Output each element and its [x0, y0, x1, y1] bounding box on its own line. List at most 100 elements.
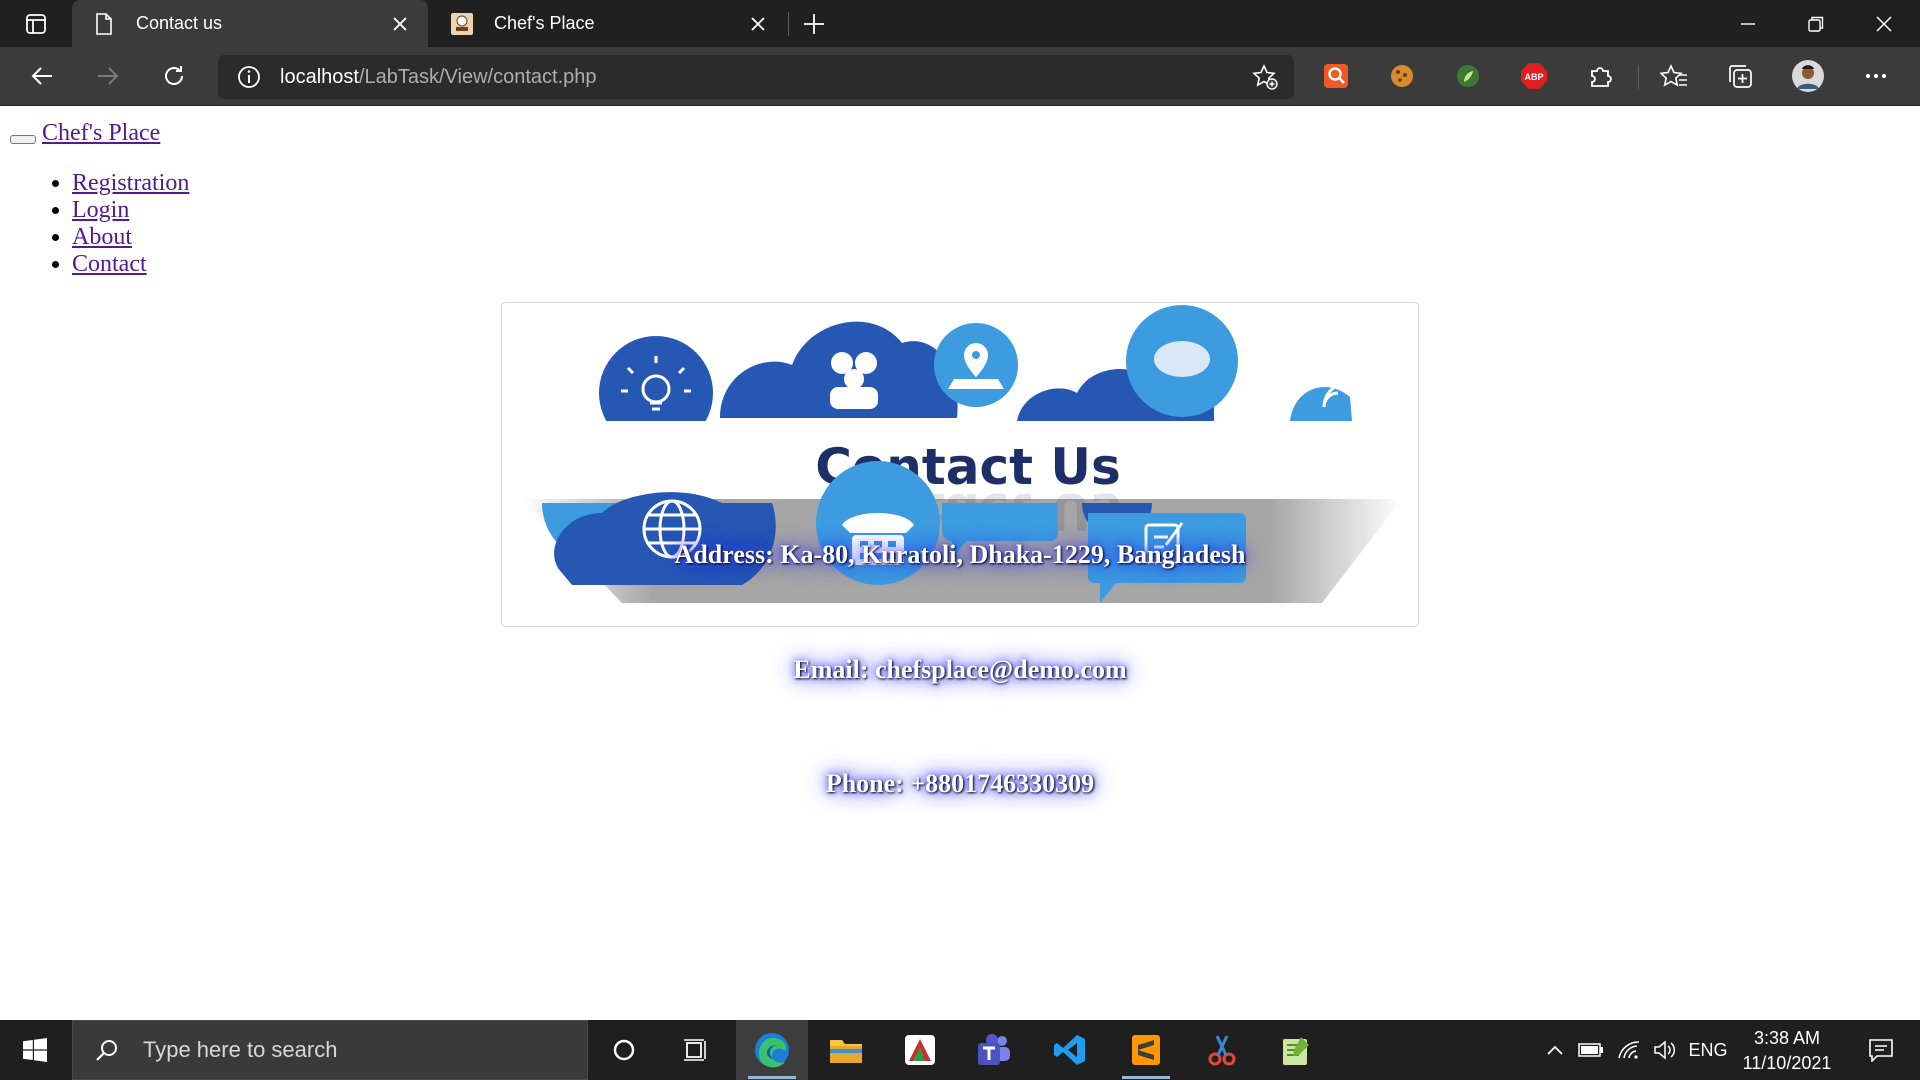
- browser-toolbar: localhost/LabTask/View/contact.php ABP: [0, 47, 1920, 106]
- task-view-icon: [684, 1039, 706, 1061]
- nav-menu: Registration Login About Contact: [48, 170, 189, 278]
- back-button[interactable]: [22, 56, 62, 96]
- close-icon: [751, 16, 765, 31]
- taskbar-notepad-plus[interactable]: [1260, 1020, 1332, 1080]
- cortana-circle-icon: [613, 1039, 635, 1061]
- tab-strip: Contact us Chef's Place: [0, 0, 1920, 47]
- green-leaf-extension-button[interactable]: [1450, 58, 1486, 94]
- close-tab-button[interactable]: [382, 16, 418, 31]
- start-button[interactable]: [0, 1020, 70, 1080]
- tab-contact-us[interactable]: Contact us: [72, 0, 428, 47]
- close-tab-button[interactable]: [740, 16, 776, 31]
- refresh-button[interactable]: [154, 56, 194, 96]
- edge-browser-icon: [755, 1033, 789, 1068]
- navbar-toggle-button[interactable]: [10, 135, 36, 144]
- url-path: /LabTask/View/contact.php: [358, 65, 597, 88]
- windows-logo-icon: [23, 1038, 47, 1062]
- forward-button[interactable]: [88, 56, 128, 96]
- taskbar-edge[interactable]: [736, 1020, 808, 1080]
- taskbar-vscode[interactable]: [1034, 1020, 1106, 1080]
- contact-us-banner-image: Contact Us Contact Us: [501, 302, 1419, 627]
- system-clock[interactable]: 3:38 AM 11/10/2021: [1732, 1026, 1842, 1076]
- speaker-icon: [1654, 1040, 1676, 1060]
- nav-link-registration[interactable]: Registration: [72, 170, 189, 196]
- page-icon: [86, 12, 122, 35]
- battery-icon: [1578, 1043, 1603, 1057]
- profile-button[interactable]: [1790, 58, 1826, 94]
- input-language[interactable]: ENG: [1684, 1020, 1732, 1080]
- nav-item-contact: Contact: [72, 251, 189, 278]
- url-host: localhost: [280, 65, 359, 88]
- collections-button[interactable]: [1722, 58, 1758, 94]
- search-extension-button[interactable]: [1318, 58, 1354, 94]
- taskbar-sublime-text[interactable]: [1110, 1020, 1182, 1080]
- nav-link-login[interactable]: Login: [72, 197, 129, 223]
- tab-actions-icon: [26, 14, 46, 34]
- search-placeholder: Type here to search: [143, 1037, 338, 1062]
- tab-separator: [788, 12, 789, 36]
- nav-item-login: Login: [72, 197, 189, 224]
- email-text: Email: chefsplace@demo.com: [793, 655, 1127, 684]
- site-info-icon[interactable]: [226, 65, 272, 89]
- nav-item-about: About: [72, 224, 189, 251]
- battery-status[interactable]: [1576, 1020, 1606, 1080]
- extensions-puzzle-icon: [1591, 67, 1612, 87]
- network-status[interactable]: [1614, 1020, 1644, 1080]
- cortana-button[interactable]: [588, 1020, 660, 1080]
- url-text[interactable]: localhost/LabTask/View/contact.php: [280, 66, 597, 89]
- minimize-icon: [1741, 22, 1755, 25]
- favorites-star-icon: [1660, 64, 1687, 87]
- contact-banner-illustration: Contact Us Contact Us: [522, 305, 1402, 603]
- add-favorite-button[interactable]: [1250, 63, 1280, 91]
- close-icon: [393, 16, 407, 31]
- brand-link[interactable]: Chef's Place: [42, 120, 160, 147]
- notification-icon: [1869, 1039, 1893, 1062]
- taskbar-snipping-tool[interactable]: [1186, 1020, 1258, 1080]
- star-add-icon: [1252, 64, 1278, 90]
- taskbar-search-box[interactable]: Type here to search: [72, 1020, 588, 1080]
- nav-link-about[interactable]: About: [72, 224, 132, 250]
- folder-icon: [830, 1040, 862, 1063]
- cookie-extension-button[interactable]: [1384, 58, 1420, 94]
- tab-actions-button[interactable]: [14, 11, 58, 37]
- address-text: Address: Ka-80, Kuratoli, Dhaka-1229, Ba…: [674, 540, 1246, 569]
- nav-link-contact[interactable]: Contact: [72, 251, 147, 277]
- new-tab-button[interactable]: [796, 8, 832, 40]
- adblock-plus-icon: ABP: [1521, 63, 1547, 89]
- chevron-up-icon: [1547, 1045, 1563, 1055]
- show-hidden-icons-button[interactable]: [1540, 1020, 1570, 1080]
- address-bar[interactable]: localhost/LabTask/View/contact.php: [218, 55, 1294, 99]
- taskbar-file-explorer[interactable]: [810, 1020, 882, 1080]
- close-icon: [1876, 15, 1892, 32]
- adblock-label: ABP: [1524, 72, 1543, 82]
- settings-more-button[interactable]: [1858, 58, 1894, 94]
- office-pdf-icon: [905, 1035, 935, 1065]
- taskbar-office-app[interactable]: [884, 1020, 956, 1080]
- phone-text: Phone: +8801746330309: [825, 769, 1095, 798]
- close-window-button[interactable]: [1850, 0, 1918, 47]
- chef-favicon-icon: [444, 12, 480, 35]
- page-viewport: Chef's Place Registration Login About Co…: [0, 106, 1920, 1020]
- tab-chefs-place[interactable]: Chef's Place: [430, 0, 786, 47]
- wifi-icon: [1618, 1041, 1640, 1059]
- navbar: Chef's Place: [10, 120, 160, 147]
- cookie-extension-icon: [1391, 65, 1413, 87]
- search-extension-icon: [1324, 64, 1348, 88]
- clock-time: 3:38 AM: [1753, 1028, 1821, 1048]
- restore-button[interactable]: [1782, 0, 1850, 47]
- taskbar-teams[interactable]: [958, 1020, 1030, 1080]
- toolbar-divider: [1638, 65, 1639, 89]
- refresh-icon: [165, 66, 183, 85]
- task-view-button[interactable]: [660, 1020, 732, 1080]
- tab-title: Chef's Place: [494, 13, 595, 33]
- minimize-button[interactable]: [1714, 0, 1782, 47]
- extensions-button[interactable]: [1582, 58, 1618, 94]
- vscode-icon: [1054, 1035, 1085, 1065]
- volume-control[interactable]: [1650, 1020, 1680, 1080]
- action-center-button[interactable]: [1856, 1020, 1906, 1080]
- forward-arrow-icon: [98, 67, 119, 85]
- back-arrow-icon: [31, 67, 52, 85]
- more-dots-icon: [1866, 74, 1886, 78]
- favorites-button[interactable]: [1656, 58, 1692, 94]
- adblock-plus-button[interactable]: ABP: [1516, 58, 1552, 94]
